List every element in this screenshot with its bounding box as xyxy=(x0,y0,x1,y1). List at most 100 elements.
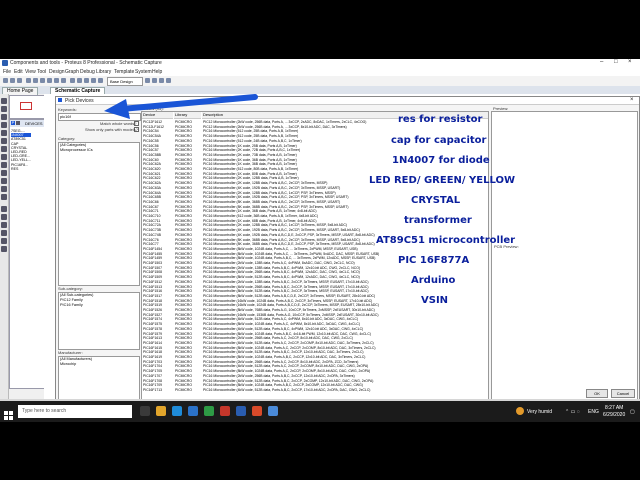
menu-edit[interactable]: Edit xyxy=(14,69,23,75)
table-row[interactable]: PIC16F1579 PICMICRO PIC16 Microcontroller … xyxy=(142,332,488,336)
zoom-in-icon[interactable] xyxy=(145,78,150,83)
close-icon[interactable]: × xyxy=(628,59,632,65)
menu-tool[interactable]: Tool xyxy=(37,69,46,75)
arc-tool-icon[interactable] xyxy=(1,230,7,236)
task-view-icon[interactable] xyxy=(140,406,150,416)
table-row[interactable]: PIC16F1507 PICMICRO PIC16 Microcontroller … xyxy=(142,266,488,270)
overview-window[interactable] xyxy=(9,95,45,119)
clock-time[interactable]: 8:27 AM xyxy=(605,405,623,411)
menu-library[interactable]: Library xyxy=(96,69,111,75)
zoom-out-icon[interactable] xyxy=(152,78,157,83)
ok-button[interactable]: OK xyxy=(586,389,608,398)
open-file-icon[interactable] xyxy=(10,78,15,83)
symbol-tool-icon[interactable] xyxy=(1,246,7,252)
menu-template[interactable]: Template xyxy=(114,69,134,75)
paste-icon[interactable] xyxy=(98,78,103,83)
library-icon[interactable] xyxy=(16,121,20,125)
bus-tool-icon[interactable] xyxy=(1,138,7,144)
component-tool-icon[interactable] xyxy=(1,106,7,112)
instrument-tool-icon[interactable] xyxy=(1,194,7,200)
device-item[interactable]: LED-YELL... xyxy=(11,158,31,162)
table-row[interactable]: PIC16F1454 PICMICRO PIC16 Microcontroller … xyxy=(142,247,488,251)
menu-view[interactable]: View xyxy=(25,69,36,75)
line-tool-icon[interactable] xyxy=(1,206,7,212)
circle-tool-icon[interactable] xyxy=(1,222,7,228)
taskbar-search-input[interactable]: Type here to search xyxy=(18,405,132,418)
subcategory-item[interactable]: PIC16 Family xyxy=(59,303,139,308)
dialog-close-icon[interactable]: × xyxy=(630,97,634,103)
table-row[interactable]: PIC16F1619 PICMICRO PIC16 Microcontroller … xyxy=(142,355,488,359)
category-item[interactable]: Microprocessor ICs xyxy=(59,148,139,153)
file-explorer-icon[interactable] xyxy=(156,406,166,416)
zoom-all-icon[interactable] xyxy=(159,78,164,83)
table-row[interactable]: PIC16F1615 PICMICRO PIC16 Microcontroller … xyxy=(142,346,488,350)
path-tool-icon[interactable] xyxy=(1,238,7,244)
design-dropdown[interactable]: Base Design xyxy=(107,77,143,86)
zoom-area-icon[interactable] xyxy=(166,78,171,83)
menu-system[interactable]: System xyxy=(135,69,152,75)
table-row[interactable]: PIC16C620 PICMICRO PIC16 Microcontroller (… xyxy=(142,167,488,171)
box-tool-icon[interactable] xyxy=(1,214,7,220)
selection-tool-icon[interactable] xyxy=(1,98,7,104)
chrome-icon[interactable] xyxy=(252,406,262,416)
menu-help[interactable]: Help xyxy=(152,69,162,75)
table-row[interactable]: PIC16F1703 PICMICRO PIC16 Microcontroller … xyxy=(142,360,488,364)
table-row[interactable]: PIC16F1614 PICMICRO PIC16 Microcontroller … xyxy=(142,341,488,345)
table-row[interactable]: PIC16F1709 PICMICRO PIC16 Microcontroller … xyxy=(142,383,488,387)
mail-icon[interactable] xyxy=(188,406,198,416)
graph-tool-icon[interactable] xyxy=(1,170,7,176)
table-row[interactable]: PIC16F1704 PICMICRO PIC16 Microcontroller … xyxy=(142,364,488,368)
junction-tool-icon[interactable] xyxy=(1,114,7,120)
table-row[interactable]: PIC16C71 PICMICRO PIC16 Microcontroller (1… xyxy=(142,209,488,213)
home-icon[interactable] xyxy=(26,78,31,83)
table-row[interactable]: PIC16C73B PICMICRO PIC16 Microcontroller (… xyxy=(142,228,488,232)
table-row[interactable]: PIC16F1508 PICMICRO PIC16 Microcontroller … xyxy=(142,270,488,274)
pick-device-button[interactable]: P xyxy=(11,121,15,125)
pin-tool-icon[interactable] xyxy=(1,162,7,168)
table-row[interactable]: PIC16F1575 PICMICRO PIC16 Microcontroller … xyxy=(142,322,488,326)
cancel-button[interactable]: Cancel xyxy=(611,389,635,398)
table-row[interactable]: PIC16C64A PICMICRO PIC16 Microcontroller (… xyxy=(142,191,488,195)
device-item[interactable]: RES xyxy=(11,167,31,171)
language-indicator[interactable]: ENG xyxy=(588,409,599,415)
minimize-icon[interactable]: – xyxy=(600,59,603,65)
save-icon[interactable] xyxy=(17,78,22,83)
word-icon[interactable] xyxy=(236,406,246,416)
table-row[interactable]: PIC16F1713 PICMICRO PIC16 Microcontroller … xyxy=(142,388,488,392)
menu-debug[interactable]: Debug xyxy=(80,69,95,75)
table-row[interactable]: PIC16F1578 PICMICRO PIC16 Microcontroller … xyxy=(142,327,488,331)
tray-icons[interactable]: ⌃ ▭ ◌ xyxy=(565,409,580,415)
menu-design[interactable]: Design xyxy=(49,69,65,75)
pcb-icon[interactable] xyxy=(40,78,45,83)
table-row[interactable]: PIC16F1707 PICMICRO PIC16 Microcontroller … xyxy=(142,374,488,378)
clock-date[interactable]: 6/29/2020 xyxy=(603,412,625,418)
text-tool-icon[interactable] xyxy=(1,130,7,136)
proteus-taskbar-icon[interactable] xyxy=(268,406,278,416)
edge-browser-icon[interactable] xyxy=(172,406,182,416)
table-row[interactable]: PIC16F1705 PICMICRO PIC16 Microcontroller … xyxy=(142,369,488,373)
new-file-icon[interactable] xyxy=(3,78,8,83)
bom-icon[interactable] xyxy=(54,78,59,83)
manufacturer-item[interactable]: Microchip xyxy=(59,362,139,367)
menu-file[interactable]: File xyxy=(3,69,11,75)
table-row[interactable]: PIC16F1527 PICMICRO PIC16 Microcontroller … xyxy=(142,313,488,317)
wire-label-tool-icon[interactable] xyxy=(1,122,7,128)
maximize-icon[interactable]: □ xyxy=(614,59,618,65)
table-row[interactable]: PIC16F1618 PICMICRO PIC16 Microcontroller … xyxy=(142,350,488,354)
table-row[interactable]: PIC16C54 PICMICRO PIC16 Microcontroller (5… xyxy=(142,129,488,133)
menu-graph[interactable]: Graph xyxy=(65,69,79,75)
redo-icon[interactable] xyxy=(77,78,82,83)
schematic-icon[interactable] xyxy=(33,78,38,83)
gallery-icon[interactable] xyxy=(47,78,52,83)
undo-icon[interactable] xyxy=(70,78,75,83)
table-row[interactable]: PIC12LF1612 PICMICRO PIC12 Microcontroller… xyxy=(142,125,488,129)
excel-icon[interactable] xyxy=(204,406,214,416)
terminal-tool-icon[interactable] xyxy=(1,154,7,160)
table-row[interactable]: PIC16F1708 PICMICRO PIC16 Microcontroller … xyxy=(142,379,488,383)
copy-icon[interactable] xyxy=(91,78,96,83)
generator-tool-icon[interactable] xyxy=(1,186,7,192)
table-row[interactable]: PIC16F1574 PICMICRO PIC16 Microcontroller … xyxy=(142,317,488,321)
probe-tool-icon[interactable] xyxy=(1,178,7,184)
table-row[interactable]: PIC16F1516 PICMICRO PIC16 Microcontroller … xyxy=(142,289,488,293)
notification-icon[interactable]: ▢ xyxy=(630,409,635,415)
